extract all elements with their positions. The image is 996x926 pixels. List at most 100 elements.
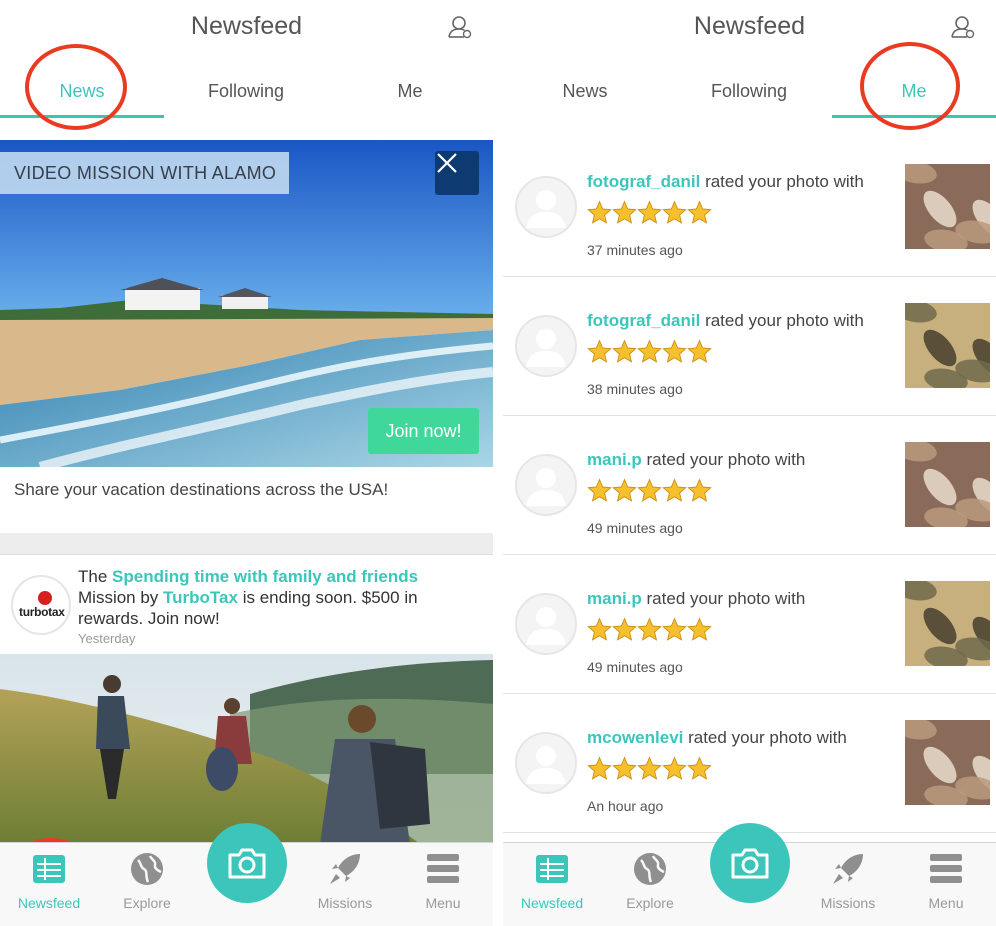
notification-item[interactable]: fotograf_danil rated your photo with 37 m… xyxy=(503,138,996,277)
star-rating xyxy=(587,756,712,781)
star-icon xyxy=(587,617,612,641)
nav-label-menu: Menu xyxy=(425,895,461,911)
newsfeed-icon xyxy=(31,851,67,887)
menu-icon xyxy=(425,851,461,887)
star-icon xyxy=(662,339,687,363)
page-title: Newsfeed xyxy=(190,12,303,40)
notification-item[interactable]: mani.p rated your photo with 49 minutes a… xyxy=(503,416,996,555)
nav-missions[interactable]: Missions xyxy=(799,851,897,917)
star-icon xyxy=(662,617,687,641)
turbotax-logo: turbotax xyxy=(11,575,71,635)
nav-explore[interactable]: Explore xyxy=(601,851,699,917)
star-icon xyxy=(612,200,637,224)
star-icon xyxy=(637,756,662,780)
camera-button[interactable] xyxy=(207,823,287,903)
add-friend-button[interactable] xyxy=(948,12,978,42)
notification-time: 38 minutes ago xyxy=(587,381,683,397)
notification-username[interactable]: mani.p xyxy=(587,450,642,469)
tab-following[interactable]: Following xyxy=(667,66,831,116)
rocket-icon xyxy=(327,851,363,887)
star-icon xyxy=(637,478,662,502)
menu-icon xyxy=(928,851,964,887)
nav-label-explore: Explore xyxy=(123,895,171,911)
rocket-icon xyxy=(830,851,866,887)
avatar[interactable] xyxy=(515,176,577,238)
notification-action: rated your photo with xyxy=(683,728,847,747)
mission-name-link[interactable]: Spending time with family and friends xyxy=(112,567,418,586)
star-icon xyxy=(612,339,637,363)
notification-text: mani.p rated your photo with xyxy=(587,450,805,470)
notification-username[interactable]: fotograf_danil xyxy=(587,172,700,191)
avatar[interactable] xyxy=(515,315,577,377)
notification-item[interactable]: mcowenlevi rated your photo with An hour … xyxy=(503,694,996,833)
add-user-icon xyxy=(951,16,975,39)
notification-time: 49 minutes ago xyxy=(587,520,683,536)
notification-username[interactable]: mani.p xyxy=(587,589,642,608)
turbotax-mark-icon xyxy=(38,591,52,605)
active-tab-indicator xyxy=(0,115,164,118)
photo-thumbnail[interactable] xyxy=(905,164,990,249)
notification-item[interactable]: fotograf_danil rated your photo with 38 m… xyxy=(503,277,996,416)
photo-thumbnail[interactable] xyxy=(905,720,990,805)
nav-label-newsfeed: Newsfeed xyxy=(17,895,81,911)
notification-item[interactable]: mani.p rated your photo with 49 minutes a… xyxy=(503,555,996,694)
star-icon xyxy=(637,617,662,641)
nav-explore[interactable]: Explore xyxy=(98,851,196,917)
join-now-button[interactable]: Join now! xyxy=(368,408,479,454)
star-icon xyxy=(662,200,687,224)
close-icon xyxy=(437,153,457,173)
notification-text: fotograf_danil rated your photo with xyxy=(587,311,864,331)
nav-newsfeed[interactable]: Newsfeed xyxy=(0,851,98,917)
camera-icon xyxy=(731,848,769,879)
close-banner-button[interactable] xyxy=(435,151,479,195)
star-icon xyxy=(687,339,712,363)
bottom-nav: Newsfeed Explore Missions Menu xyxy=(0,823,493,926)
feed-tabs: News Following Me xyxy=(0,66,493,118)
tab-news[interactable]: News xyxy=(503,66,667,116)
mission-tag: VIDEO MISSION WITH ALAMO xyxy=(0,152,289,194)
tab-me[interactable]: Me xyxy=(328,66,492,116)
star-rating xyxy=(587,339,712,364)
feed-divider xyxy=(0,533,493,555)
star-icon xyxy=(687,478,712,502)
star-icon xyxy=(587,200,612,224)
star-icon xyxy=(662,756,687,780)
hikers-image[interactable] xyxy=(0,654,493,844)
mission-card[interactable]: turbotax The Spending time with family a… xyxy=(0,556,493,656)
avatar[interactable] xyxy=(515,454,577,516)
star-icon xyxy=(687,756,712,780)
notification-action: rated your photo with xyxy=(700,311,864,330)
nav-label-missions: Missions xyxy=(317,895,373,911)
active-tab-indicator xyxy=(832,115,996,118)
notification-action: rated your photo with xyxy=(641,589,806,608)
nav-missions[interactable]: Missions xyxy=(296,851,394,917)
notification-text: fotograf_danil rated your photo with xyxy=(587,172,864,192)
star-rating xyxy=(587,478,712,503)
tab-following[interactable]: Following xyxy=(164,66,328,116)
nav-menu[interactable]: Menu xyxy=(394,851,492,917)
nav-newsfeed[interactable]: Newsfeed xyxy=(503,851,601,917)
notification-username[interactable]: mcowenlevi xyxy=(587,728,683,747)
star-icon xyxy=(612,617,637,641)
notification-action: rated your photo with xyxy=(700,172,864,191)
avatar[interactable] xyxy=(515,732,577,794)
nav-menu[interactable]: Menu xyxy=(897,851,995,917)
star-rating xyxy=(587,617,712,642)
page-title: Newsfeed xyxy=(693,12,806,40)
notification-username[interactable]: fotograf_danil xyxy=(587,311,700,330)
avatar[interactable] xyxy=(515,593,577,655)
camera-icon xyxy=(228,848,266,879)
photo-thumbnail[interactable] xyxy=(905,581,990,666)
tab-me[interactable]: Me xyxy=(832,66,996,116)
tab-news[interactable]: News xyxy=(0,66,164,116)
brand-link[interactable]: TurboTax xyxy=(163,588,238,607)
notification-text: mcowenlevi rated your photo with xyxy=(587,728,847,748)
photo-thumbnail[interactable] xyxy=(905,442,990,527)
globe-icon xyxy=(632,851,668,887)
add-friend-button[interactable] xyxy=(445,12,475,42)
hikers-photo xyxy=(0,654,493,844)
mission-text-middle: Mission by xyxy=(78,588,164,607)
nav-label-newsfeed: Newsfeed xyxy=(520,895,584,911)
photo-thumbnail[interactable] xyxy=(905,303,990,388)
camera-button[interactable] xyxy=(710,823,790,903)
